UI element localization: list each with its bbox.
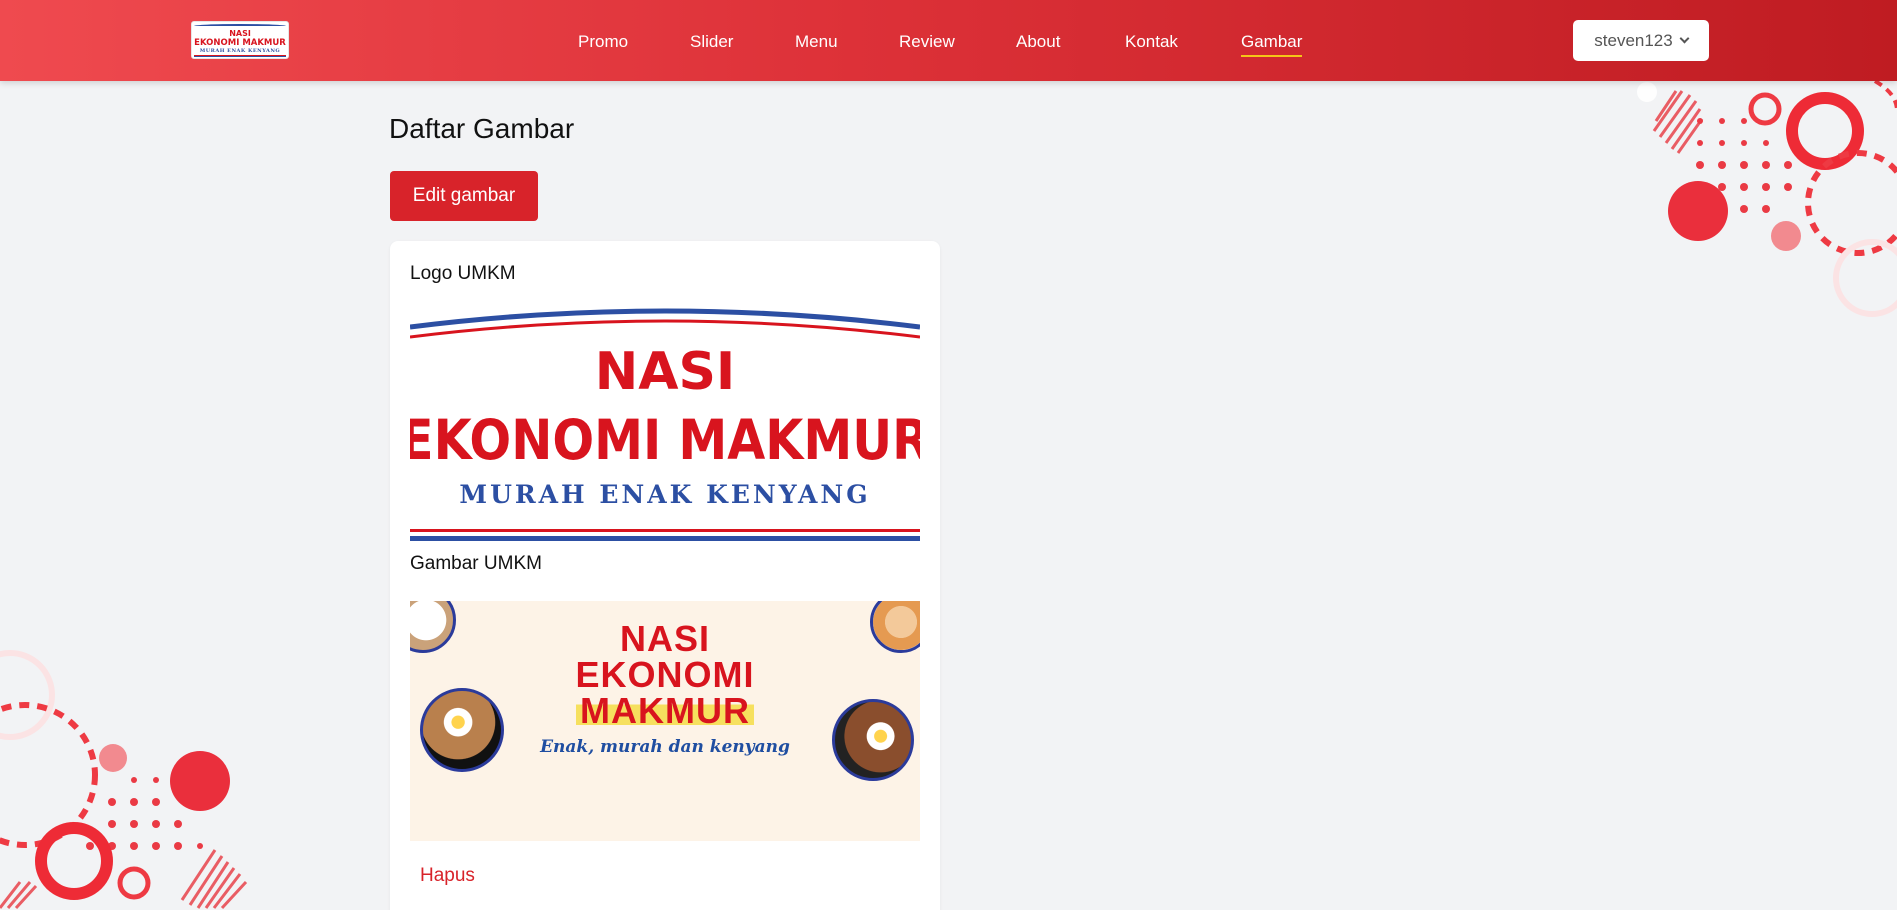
logo-image: NASI EKONOMI MAKMUR MURAH ENAK KENYANG — [410, 307, 920, 543]
nav-item-gambar[interactable]: Gambar — [1241, 31, 1303, 57]
decoration-top-right — [1637, 81, 1897, 317]
logo-image-line3: MURAH ENAK KENYANG — [459, 480, 870, 509]
brand-logo[interactable]: NASI EKONOMI MAKMUR MURAH ENAK KENYANG — [191, 21, 289, 59]
image-card: Logo UMKM NASI EKONOMI MAKMUR MURAH ENAK… — [390, 241, 940, 910]
banner-line2: EKONOMI — [575, 654, 755, 695]
banner-image: NASI EKONOMI MAKMUR Enak, murah dan keny… — [410, 601, 920, 841]
banner-line3: MAKMUR — [576, 690, 754, 731]
banner-tagline: Enak, murah dan kenyang — [540, 737, 790, 757]
username-label: steven123 — [1594, 30, 1673, 50]
banner-text: NASI EKONOMI MAKMUR Enak, murah dan keny… — [410, 618, 920, 758]
logo-image-line2: EKONOMI MAKMUR — [410, 408, 920, 472]
logo-label: Logo UMKM — [410, 263, 516, 284]
nav-item-about[interactable]: About — [1016, 31, 1060, 53]
nav-item-menu[interactable]: Menu — [795, 31, 838, 53]
banner-label: Gambar UMKM — [410, 553, 542, 574]
delete-link[interactable]: Hapus — [420, 865, 475, 887]
brand-logo-line3: MURAH ENAK KENYANG — [199, 47, 281, 54]
logo-image-line1: NASI — [595, 342, 736, 402]
page-title: Daftar Gambar — [389, 113, 575, 144]
brand-logo-line1: NASI — [229, 28, 251, 38]
chevron-down-icon — [1679, 33, 1690, 44]
brand-logo-line2: EKONOMI MAKMUR — [194, 37, 286, 48]
edit-image-button[interactable]: Edit gambar — [390, 171, 538, 221]
nav-item-review[interactable]: Review — [899, 31, 955, 53]
nav-item-promo[interactable]: Promo — [578, 31, 628, 53]
top-navbar: NASI EKONOMI MAKMUR MURAH ENAK KENYANG P… — [0, 0, 1897, 81]
banner-line1: NASI — [619, 618, 710, 659]
logo-image-graphic: NASI EKONOMI MAKMUR MURAH ENAK KENYANG — [410, 308, 920, 541]
logo-arc — [194, 23, 286, 28]
nav-item-slider[interactable]: Slider — [690, 31, 733, 53]
logo-bar — [194, 54, 286, 57]
decoration-bottom-left — [0, 650, 248, 910]
banner-line3-wrap: MAKMUR — [410, 690, 920, 731]
nav-item-kontak[interactable]: Kontak — [1125, 31, 1178, 53]
user-menu-button[interactable]: steven123 — [1573, 20, 1709, 61]
